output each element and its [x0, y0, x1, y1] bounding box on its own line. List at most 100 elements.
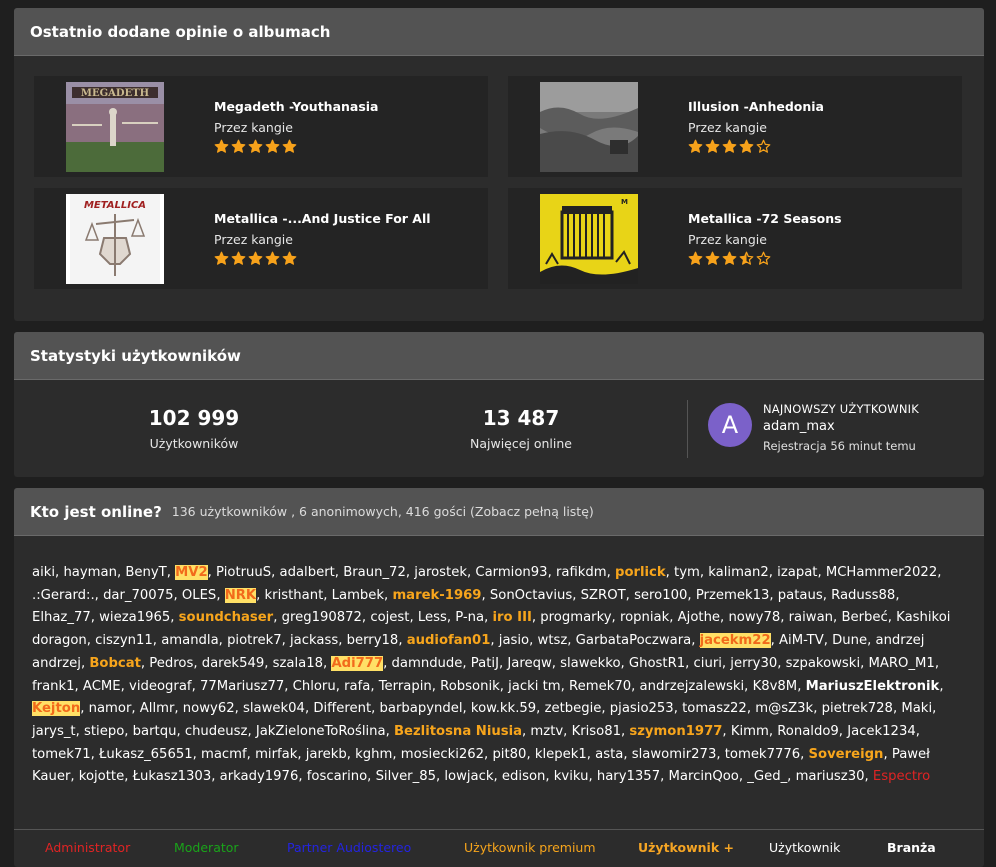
online-user-link[interactable]: m@sZ3k: [755, 701, 813, 716]
online-user-link[interactable]: mosiecki262: [401, 747, 484, 762]
online-user-link[interactable]: mirfak: [255, 747, 297, 762]
online-user-link[interactable]: berry18: [347, 633, 399, 648]
newest-user-name[interactable]: adam_max: [763, 419, 919, 434]
online-user-link[interactable]: Ajothe: [678, 610, 720, 625]
online-user-link[interactable]: slawekko: [560, 656, 620, 671]
online-user-link[interactable]: pit80: [492, 747, 526, 762]
online-user-link[interactable]: PatiJ: [471, 656, 499, 671]
album-cover[interactable]: MEGADETH: [66, 81, 164, 172]
online-user-link[interactable]: Sovereign: [809, 747, 884, 762]
online-user-link[interactable]: pataus: [778, 588, 823, 603]
online-user-link[interactable]: tomek71: [32, 747, 91, 762]
online-user-link[interactable]: MCHammer2022: [826, 565, 937, 580]
online-user-link[interactable]: kviku: [554, 769, 589, 784]
online-user-link[interactable]: hary1357: [597, 769, 660, 784]
online-user-link[interactable]: Silver_85: [376, 769, 436, 784]
online-user-link[interactable]: Robsonik: [440, 679, 500, 694]
online-user-link[interactable]: MariuszElektronik: [806, 679, 940, 694]
online-user-link[interactable]: SonOctavius: [490, 588, 572, 603]
online-user-link[interactable]: greg190872: [282, 610, 362, 625]
online-user-link[interactable]: OLES: [182, 588, 216, 603]
online-user-link[interactable]: pjasio253: [610, 701, 674, 716]
online-user-link[interactable]: Raduss88: [831, 588, 895, 603]
online-user-link[interactable]: Espectro: [873, 769, 930, 784]
album-card[interactable]: M Metallica -72 Seasons Przez kangie: [508, 188, 962, 289]
online-user-link[interactable]: arkady1976: [220, 769, 299, 784]
online-user-link[interactable]: nowy62: [183, 701, 235, 716]
online-user-link[interactable]: slawek04: [243, 701, 305, 716]
online-user-link[interactable]: tomek7776: [725, 747, 800, 762]
online-user-link[interactable]: jacekm22: [699, 633, 771, 649]
album-cover[interactable]: [540, 81, 638, 172]
online-user-link[interactable]: ciszyn11: [95, 633, 153, 648]
online-user-link[interactable]: MARO_M1: [869, 656, 935, 671]
online-user-link[interactable]: ACME: [83, 679, 121, 694]
album-title[interactable]: Illusion -Anhedonia: [688, 99, 824, 114]
online-user-link[interactable]: izapat: [777, 565, 817, 580]
online-user-link[interactable]: iro III: [492, 610, 531, 625]
online-user-link[interactable]: cojest: [370, 610, 409, 625]
online-user-link[interactable]: mariusz30: [796, 769, 865, 784]
online-user-link[interactable]: barbapyndel: [380, 701, 463, 716]
online-user-link[interactable]: lowjack: [444, 769, 493, 784]
online-user-link[interactable]: Ronaldo9: [777, 724, 839, 739]
online-user-link[interactable]: aiki: [32, 565, 55, 580]
online-user-link[interactable]: Przemek13: [696, 588, 770, 603]
online-user-link[interactable]: SZROT: [581, 588, 626, 603]
online-user-link[interactable]: tym: [674, 565, 700, 580]
online-user-link[interactable]: ropniak: [620, 610, 669, 625]
online-user-link[interactable]: jerry30: [730, 656, 777, 671]
online-user-link[interactable]: videograf: [129, 679, 192, 694]
online-user-link[interactable]: Jacek1234: [847, 724, 916, 739]
online-user-link[interactable]: K8v8M: [753, 679, 798, 694]
online-user-link[interactable]: PiotruuS: [216, 565, 271, 580]
album-title[interactable]: Megadeth -Youthanasia: [214, 99, 379, 114]
online-user-link[interactable]: tomasz22: [682, 701, 747, 716]
online-user-link[interactable]: kaliman2: [708, 565, 769, 580]
online-user-link[interactable]: Remek70: [569, 679, 631, 694]
online-user-link[interactable]: nowy78: [728, 610, 780, 625]
online-user-link[interactable]: sero100: [634, 588, 687, 603]
online-user-link[interactable]: asta: [595, 747, 623, 762]
online-user-link[interactable]: jacki tm: [508, 679, 561, 694]
album-cover[interactable]: M: [540, 193, 638, 284]
online-user-link[interactable]: slawomir273: [632, 747, 717, 762]
online-user-link[interactable]: Lambek: [332, 588, 384, 603]
online-user-link[interactable]: adalbert: [280, 565, 335, 580]
online-user-link[interactable]: szpakowski: [786, 656, 860, 671]
online-user-link[interactable]: Braun_72: [343, 565, 406, 580]
online-user-link[interactable]: mztv: [530, 724, 563, 739]
online-user-link[interactable]: kojotte: [79, 769, 124, 784]
online-user-link[interactable]: hayman: [63, 565, 117, 580]
online-user-link[interactable]: Chloru: [293, 679, 336, 694]
online-user-link[interactable]: BenyT: [125, 565, 166, 580]
online-user-link[interactable]: Kejton: [32, 701, 81, 717]
online-user-link[interactable]: ciuri: [694, 656, 722, 671]
online-user-link[interactable]: edison: [502, 769, 545, 784]
online-user-link[interactable]: audiofan01: [407, 633, 491, 648]
online-user-link[interactable]: andrzejzalewski: [640, 679, 745, 694]
online-user-link[interactable]: frank1: [32, 679, 75, 694]
online-user-link[interactable]: Bezlitosna Niusia: [394, 724, 522, 739]
online-user-link[interactable]: rafikdm: [556, 565, 607, 580]
online-user-link[interactable]: chudeusz: [185, 724, 248, 739]
online-user-link[interactable]: soundchaser: [179, 610, 274, 625]
online-user-link[interactable]: kristhant: [265, 588, 324, 603]
album-title[interactable]: Metallica -72 Seasons: [688, 211, 842, 226]
online-user-link[interactable]: bartqu: [133, 724, 177, 739]
online-user-link[interactable]: MarcinQoo: [668, 769, 738, 784]
online-user-link[interactable]: jarekb: [306, 747, 347, 762]
online-user-link[interactable]: .:Gerard:.: [32, 588, 95, 603]
online-user-link[interactable]: P-na: [455, 610, 484, 625]
online-user-link[interactable]: progmarky: [540, 610, 611, 625]
online-user-link[interactable]: Berbeć: [841, 610, 887, 625]
online-user-link[interactable]: Kimm: [731, 724, 769, 739]
online-user-link[interactable]: Elhaz_77: [32, 610, 91, 625]
online-user-link[interactable]: klepek1: [535, 747, 587, 762]
online-user-link[interactable]: jackass: [290, 633, 338, 648]
avatar[interactable]: A: [708, 403, 752, 447]
online-user-link[interactable]: NRK: [224, 587, 257, 603]
online-user-link[interactable]: damndude: [392, 656, 463, 671]
online-user-link[interactable]: Terrapin: [379, 679, 432, 694]
online-user-link[interactable]: AiM-TV: [779, 633, 824, 648]
